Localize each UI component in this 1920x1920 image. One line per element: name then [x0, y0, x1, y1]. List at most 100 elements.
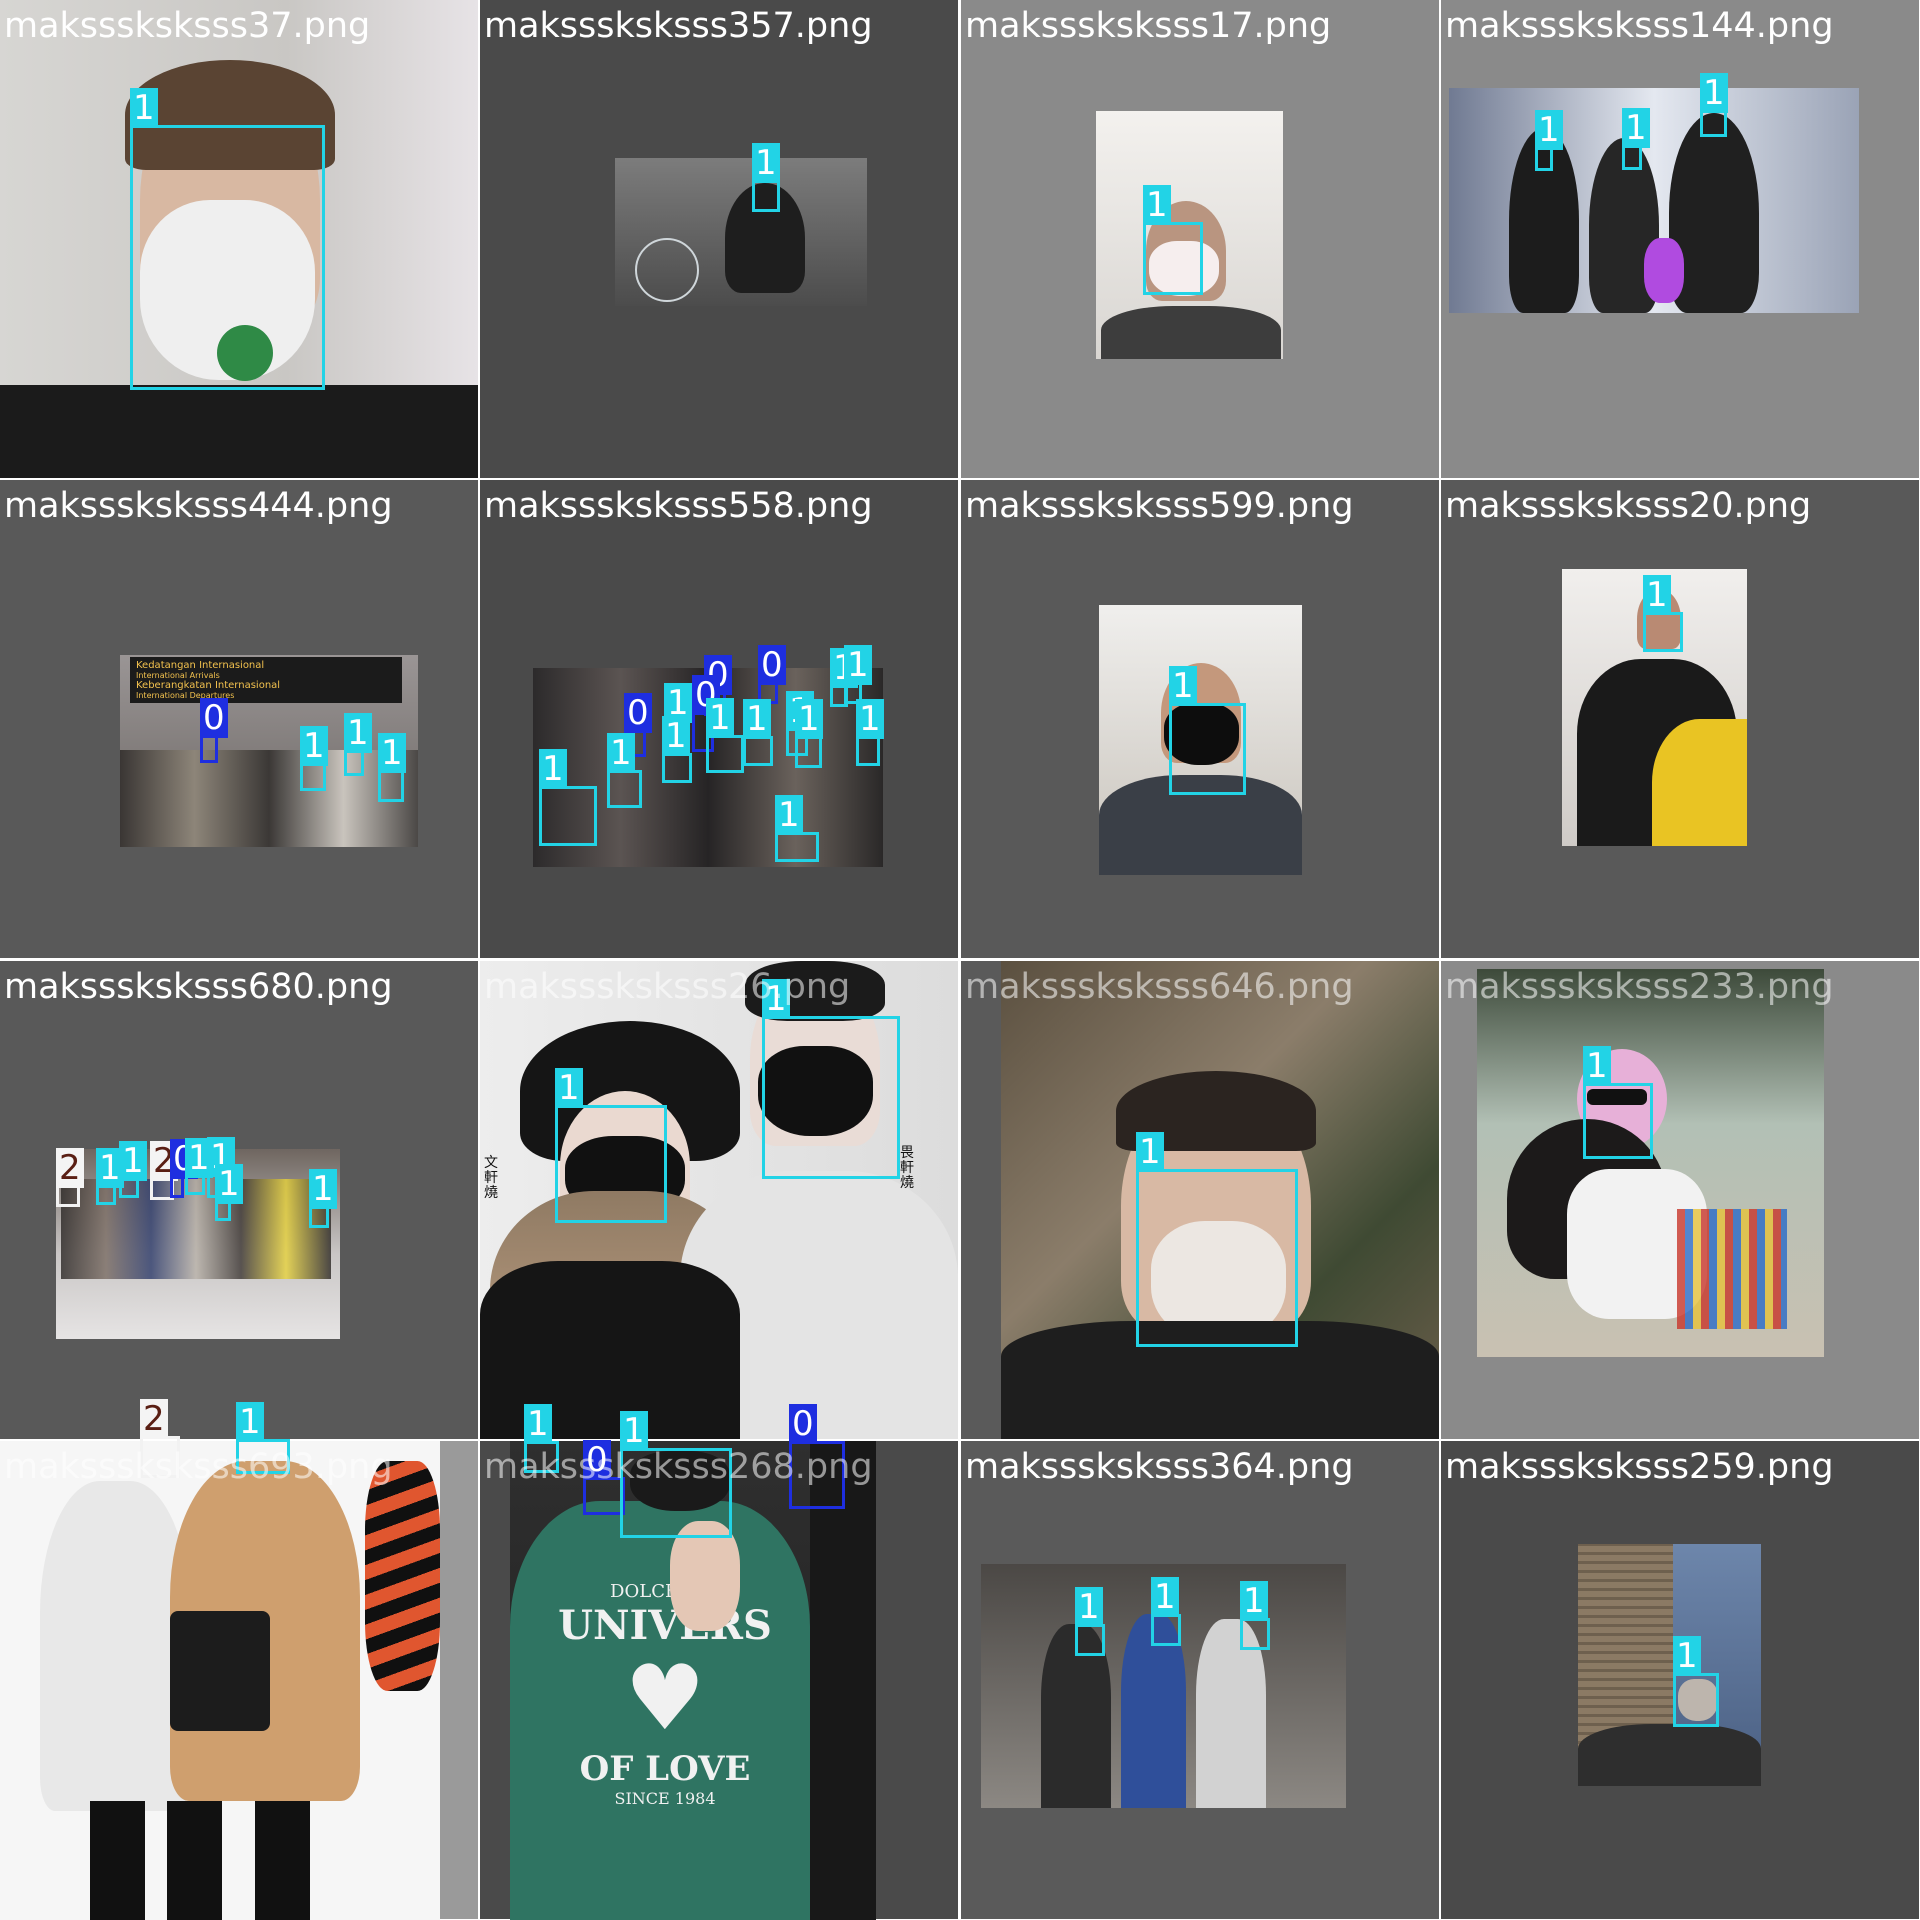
bbox: 1	[1143, 185, 1203, 295]
bbox: 1	[762, 979, 900, 1179]
shirt-line: OF LOVE	[579, 1749, 751, 1789]
tile-maksssksksss558: maksssksksss558.png 1 0 0 0 1 1 1 0 1 1 …	[480, 480, 958, 958]
sign-line: International Arrivals	[136, 671, 220, 680]
class-label: 1	[1075, 1587, 1103, 1627]
airport-sign: Kedatangan Internasional International A…	[130, 657, 402, 703]
heart-icon: ♥	[624, 1646, 706, 1751]
tile-maksssksksss680: maksssksksss680.png 2 1 1 2 0 1 1 1 1	[0, 961, 478, 1439]
bbox: 1	[795, 699, 823, 768]
bbox: 1	[96, 1148, 124, 1205]
tile-maksssksksss444: Kedatangan Internasional International A…	[0, 480, 478, 958]
filename-label: maksssksksss26.png	[484, 967, 851, 1007]
purple-bag	[1644, 238, 1684, 303]
filename-label: maksssksksss20.png	[1445, 486, 1812, 526]
class-label: 1	[1136, 1132, 1164, 1172]
class-label: 1	[662, 716, 690, 756]
side-text-left: 文軒燒	[484, 1155, 498, 1201]
class-label: 1	[215, 1164, 243, 1204]
chair	[1677, 1209, 1787, 1329]
bbox: 1	[1700, 73, 1728, 137]
image-grid: maksssksksss37.png 1 maksssksksss357.png…	[0, 0, 1920, 1920]
filename-label: maksssksksss693.png	[4, 1447, 393, 1487]
class-label: 1	[1169, 666, 1197, 706]
tile-maksssksksss233: maksssksksss233.png 1	[1441, 961, 1919, 1439]
sign-line: International Departures	[136, 691, 235, 700]
bbox: 1	[1643, 575, 1683, 652]
bbox: 0	[200, 698, 228, 763]
filename-label: maksssksksss233.png	[1445, 967, 1834, 1007]
class-label: 1	[752, 143, 780, 183]
class-label: 1	[555, 1068, 583, 1108]
tile-maksssksksss20: maksssksksss20.png 1	[1441, 480, 1919, 958]
filename-label: maksssksksss444.png	[4, 486, 393, 526]
bbox: 1	[309, 1169, 337, 1228]
class-label: 1	[1535, 110, 1563, 150]
bbox: 0	[170, 1139, 198, 1198]
bbox: 1	[706, 698, 744, 773]
shirt-line: UNIVERS	[558, 1602, 772, 1649]
bbox: 1	[130, 88, 325, 390]
class-label: 1	[119, 1141, 147, 1181]
bbox: 2	[56, 1148, 84, 1207]
class-label: 1	[743, 699, 771, 739]
class-label: 1	[309, 1169, 337, 1209]
photo	[1449, 88, 1859, 313]
class-label: 1	[1622, 108, 1650, 148]
shirt-text: DOLCE & G UNIVERS ♥ OF LOVE SINCE 1984	[550, 1581, 780, 1808]
class-label: 0	[624, 693, 652, 733]
tile-maksssksksss37: maksssksksss37.png 1	[0, 0, 478, 478]
class-label: 1	[856, 699, 884, 739]
bbox: 1	[1169, 666, 1246, 795]
filename-label: maksssksksss646.png	[965, 967, 1354, 1007]
side-person	[810, 1441, 876, 1920]
filename-label: maksssksksss558.png	[484, 486, 873, 526]
class-label: 1	[1151, 1577, 1179, 1617]
class-label: 1	[236, 1402, 264, 1442]
class-label: 0	[789, 1404, 817, 1444]
tile-maksssksksss646: maksssksksss646.png 1	[961, 961, 1439, 1439]
tile-maksssksksss259: maksssksksss259.png 1	[1441, 1441, 1919, 1919]
bicycle	[635, 238, 699, 302]
class-label: 1	[844, 645, 872, 685]
tile-maksssksksss144: maksssksksss144.png 1 1 1	[1441, 0, 1919, 478]
class-label: 1	[1583, 1046, 1611, 1086]
yellow-shirt	[1652, 719, 1747, 846]
class-label: 1	[607, 733, 635, 773]
bbox: 1	[856, 699, 884, 766]
class-label: 0	[758, 645, 786, 685]
bbox: 1	[555, 1068, 667, 1223]
ground	[1578, 1724, 1761, 1786]
class-label: 1	[1143, 185, 1171, 225]
bbox: 1	[344, 713, 372, 776]
side-text-right: 畏軒燒	[900, 1145, 914, 1191]
handbag	[170, 1611, 270, 1731]
tile-maksssksksss357: maksssksksss357.png 1	[480, 0, 958, 478]
bbox: 1	[1583, 1046, 1653, 1159]
filename-label: maksssksksss144.png	[1445, 6, 1834, 46]
photo	[1477, 969, 1824, 1357]
bbox: 1	[119, 1141, 147, 1198]
class-label: 1	[524, 1404, 552, 1444]
bbox: 1	[1240, 1581, 1270, 1650]
coat-white	[40, 1481, 190, 1811]
bbox: 1	[215, 1164, 243, 1221]
bbox: 1	[607, 733, 642, 808]
bbox: 1	[743, 699, 773, 766]
bbox: 1	[539, 749, 597, 846]
photo: Kedatangan Internasional International A…	[120, 655, 418, 847]
photo	[615, 158, 867, 306]
filename-label: maksssksksss259.png	[1445, 1447, 1834, 1487]
class-label: 1	[1673, 1636, 1701, 1676]
bbox: 1	[752, 143, 780, 212]
class-label: 1	[378, 733, 406, 773]
filename-label: maksssksksss599.png	[965, 486, 1354, 526]
class-label: 1	[130, 88, 158, 128]
class-label: 0	[200, 698, 228, 738]
class-label: 1	[706, 698, 734, 738]
class-label: 1	[1643, 575, 1671, 615]
photo	[0, 1441, 440, 1920]
bbox: 1	[1075, 1587, 1105, 1656]
tile-maksssksksss364: maksssksksss364.png 1 1 1	[961, 1441, 1439, 1919]
bbox: 1	[1673, 1636, 1719, 1727]
filename-label: maksssksksss357.png	[484, 6, 873, 46]
